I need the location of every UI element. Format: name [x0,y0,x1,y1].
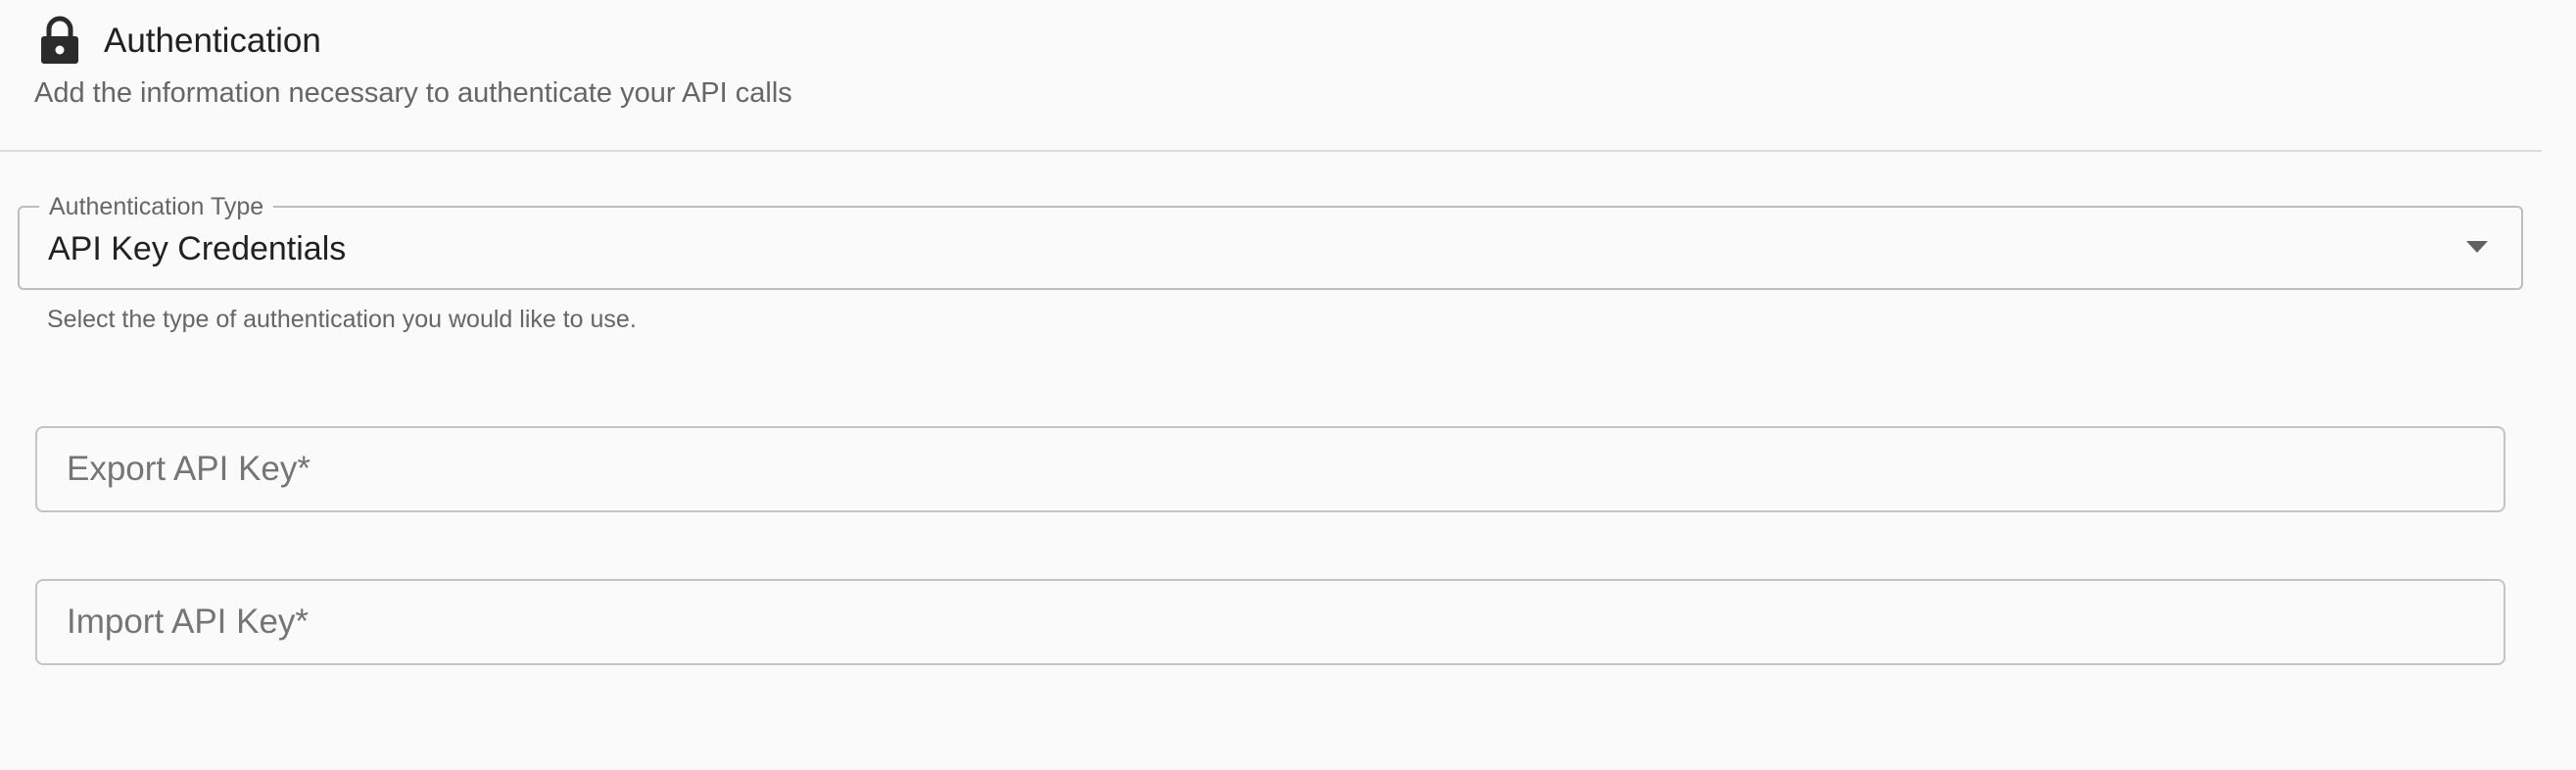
import-api-key-input[interactable] [37,581,2504,663]
chevron-down-icon[interactable] [2466,241,2488,253]
import-api-key-field[interactable] [35,579,2505,665]
section-title: Authentication [104,22,321,60]
authentication-type-value: API Key Credentials [48,230,347,267]
authentication-type-select[interactable]: Authentication Type API Key Credentials [18,192,2523,290]
authentication-section-header: Authentication Add the information neces… [0,0,2542,152]
lock-icon [41,16,78,64]
section-subtitle: Add the information necessary to authent… [34,77,792,109]
export-api-key-field[interactable] [35,426,2505,512]
authentication-type-helper-text: Select the type of authentication you wo… [47,306,637,333]
authentication-type-label: Authentication Type [39,192,274,221]
export-api-key-input[interactable] [37,428,2504,510]
